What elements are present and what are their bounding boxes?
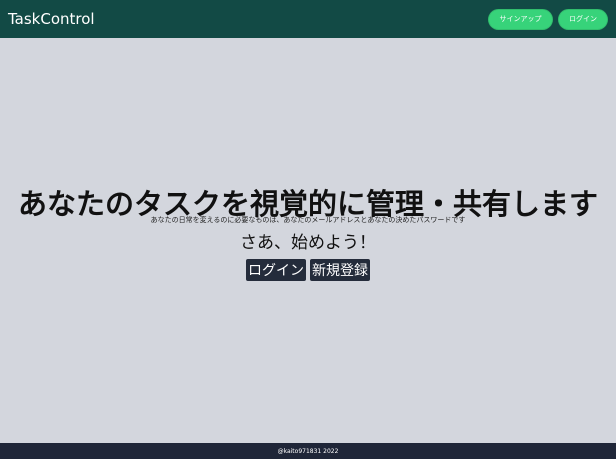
navbar-actions: サインアップ ログイン (488, 8, 608, 30)
signup-button[interactable]: サインアップ (488, 8, 553, 30)
hero-register-button[interactable]: 新規登録 (310, 258, 370, 281)
hero-login-button[interactable]: ログイン (246, 258, 306, 281)
top-navbar: TaskControl サインアップ ログイン (0, 0, 616, 38)
hero-start-text: さあ、始めよう！ (240, 232, 376, 253)
login-button[interactable]: ログイン (558, 8, 608, 30)
footer-copyright: @kaito971831 2022 (277, 447, 339, 455)
footer: @kaito971831 2022 (0, 443, 616, 459)
hero-section: あなたのタスクを視覚的に管理・共有します あなたの日常を変えるのに必要なものは、… (0, 188, 616, 281)
hero-actions: ログイン 新規登録 (0, 258, 616, 281)
brand-logo[interactable]: TaskControl (8, 11, 95, 27)
